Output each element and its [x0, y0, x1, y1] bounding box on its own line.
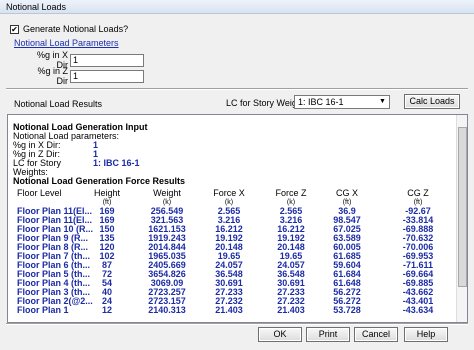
chevron-down-icon[interactable]: ▼ — [377, 97, 388, 107]
report-vertical-scrollbar[interactable] — [456, 115, 467, 322]
z-dir-line: %g in Z Dir: 1 — [13, 150, 453, 159]
header-force-z: Force Z — [275, 188, 307, 198]
report-lc-label: LC for Story Weights: — [13, 158, 62, 177]
table-row: Floor Plan 1 12 2140.313 21.403 21.403 53.728… — [13, 306, 453, 315]
results-report[interactable]: Notional Load Generation Input Notional … — [7, 114, 468, 323]
x-dir-input[interactable] — [70, 53, 144, 67]
z-dir-param: %g in Z Dir — [28, 66, 144, 86]
header-cg-z: CG Z — [407, 188, 429, 198]
header-floor-level: Floor Level — [17, 188, 62, 198]
lc-dropdown[interactable]: 1: IBC 16-1 ▼ — [294, 95, 390, 109]
table-body: Floor Plan 11(El... 169 256.549 2.565 2.565 3… — [13, 207, 453, 315]
z-dir-label: %g in Z Dir — [37, 66, 68, 86]
params-section-title: Notional Load Parameters — [14, 38, 119, 48]
print-button[interactable]: Print — [306, 327, 350, 342]
cancel-button[interactable]: Cancel — [354, 327, 398, 342]
z-dir-input[interactable] — [70, 69, 144, 83]
generate-checkbox[interactable]: ✔ — [10, 24, 19, 34]
force-section-title: Notional Load Generation Force Results — [13, 176, 186, 186]
table-cell: 2140.313 — [148, 305, 186, 315]
scrollbar-thumb[interactable] — [458, 127, 467, 287]
table-cell: 53.728 — [333, 305, 361, 315]
section-divider — [6, 88, 468, 90]
lc-line: LC for Story Weights: 1: IBC 16-1 — [13, 158, 453, 177]
results-label: Notional Load Results — [14, 99, 103, 109]
table-cell: 21.403 — [215, 305, 243, 315]
generate-label: Generate Notional Loads? — [23, 24, 129, 34]
report-lc-value: 1: IBC 16-1 — [93, 158, 140, 168]
lc-selected-value: 1: IBC 16-1 — [298, 97, 344, 107]
title-bar: Notional Loads — [0, 0, 474, 14]
window-title: Notional Loads — [6, 2, 67, 12]
header-height: Height — [93, 188, 120, 198]
input-params-line: Notional Load parameters: — [13, 132, 453, 141]
header-force-x: Force X — [213, 188, 245, 198]
calc-loads-button[interactable]: Calc Loads — [404, 94, 460, 109]
generate-checkbox-row[interactable]: ✔ Generate Notional Loads? — [10, 24, 128, 34]
help-button[interactable]: Help — [404, 327, 448, 342]
report-content: Notional Load Generation Input Notional … — [13, 122, 453, 315]
table-cell: -43.634 — [402, 305, 434, 315]
table-cell: 12 — [101, 305, 112, 315]
table-cell: 21.403 — [277, 305, 305, 315]
bottom-divider — [6, 323, 468, 325]
table-cell: Floor Plan 1 — [17, 305, 69, 315]
x-dir-line: %g in X Dir: 1 — [13, 141, 453, 150]
force-results-table: Floor Level Height Weight Force X Force … — [13, 189, 453, 315]
table-header: Floor Level Height Weight Force X Force … — [13, 189, 453, 198]
ok-button[interactable]: OK — [258, 327, 302, 342]
header-weight: Weight — [153, 188, 181, 198]
header-cg-x: CG X — [335, 188, 358, 198]
